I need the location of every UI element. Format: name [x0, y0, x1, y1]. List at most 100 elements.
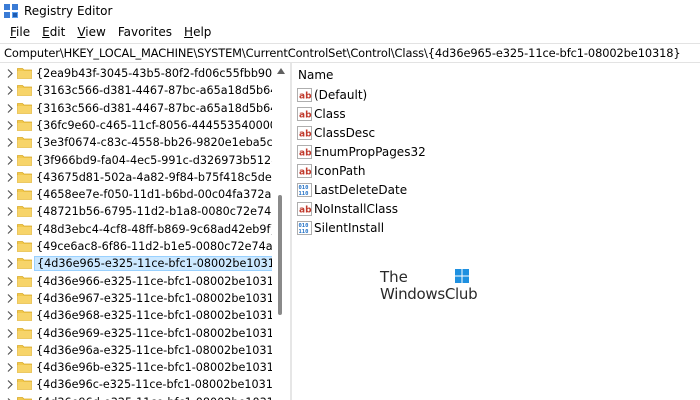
tree-item-label: {4d36e969-e325-11ce-bfc1-08002be10318}: [36, 326, 272, 340]
string-value-icon: ab: [297, 88, 312, 102]
value-row[interactable]: ab ClassDesc: [297, 124, 497, 143]
svg-text:ab: ab: [299, 206, 312, 216]
chevron-right-icon[interactable]: [5, 293, 15, 304]
menu-favorites[interactable]: Favorites: [112, 22, 178, 42]
tree-item[interactable]: {4d36e967-e325-11ce-bfc1-08002be10318}: [0, 290, 272, 307]
tree-item-label: {4d36e967-e325-11ce-bfc1-08002be10318}: [36, 291, 272, 305]
folder-icon: [17, 258, 32, 270]
tree-item[interactable]: {49ce6ac8-6f86-11d2-b1e5-0080c72e74a2}: [0, 238, 272, 255]
chevron-right-icon[interactable]: [5, 155, 15, 166]
tree-item[interactable]: {4d36e96a-e325-11ce-bfc1-08002be10318}: [0, 342, 272, 359]
tree-item[interactable]: {4d36e965-e325-11ce-bfc1-08002be10318}: [0, 255, 272, 272]
folder-icon: [17, 379, 32, 391]
folder-icon: [17, 310, 32, 322]
svg-text:110: 110: [299, 229, 309, 235]
watermark-line2: WindowsClub: [380, 285, 478, 303]
menu-edit[interactable]: Edit: [36, 22, 71, 42]
menu-view[interactable]: View: [71, 22, 111, 42]
chevron-right-icon[interactable]: [5, 68, 15, 79]
tree-item-label: {3163c566-d381-4467-87bc-a65a18d5b648}: [36, 84, 272, 98]
tree-item[interactable]: {4d36e966-e325-11ce-bfc1-08002be10318}: [0, 273, 272, 290]
value-name: NoInstallClass: [314, 202, 399, 216]
value-name: IconPath: [314, 164, 366, 178]
chevron-right-icon[interactable]: [5, 103, 15, 114]
watermark-line1: The: [380, 268, 408, 286]
tree-item-label: {48d3ebc4-4cf8-48ff-b869-9c68ad42eb9f}: [36, 222, 272, 236]
menu-help[interactable]: Help: [178, 22, 217, 42]
value-row[interactable]: ab NoInstallClass: [297, 200, 497, 219]
menu-view-rest: iew: [85, 25, 106, 39]
watermark-logo: The WindowsClub: [380, 268, 480, 308]
tree-item-label: {36fc9e60-c465-11cf-8056-444553540000}: [36, 118, 272, 132]
tree-item[interactable]: {48721b56-6795-11d2-b1a8-0080c72e74a2}: [0, 203, 272, 220]
svg-text:ab: ab: [299, 149, 312, 159]
chevron-right-icon[interactable]: [5, 276, 15, 287]
key-tree[interactable]: {2ea9b43f-3045-43b5-80f2-fd06c55fbb90} {3…: [0, 63, 272, 400]
menu-edit-accel: E: [42, 25, 50, 39]
tree-item-label: {2ea9b43f-3045-43b5-80f2-fd06c55fbb90}: [36, 67, 272, 80]
svg-text:ab: ab: [299, 92, 312, 102]
tree-item[interactable]: {4d36e96b-e325-11ce-bfc1-08002be10318}: [0, 359, 272, 376]
chevron-right-icon[interactable]: [5, 328, 15, 339]
menu-help-accel: H: [184, 25, 194, 39]
windows-logo-icon: [455, 269, 469, 283]
values-list[interactable]: Name ab (Default) ab Class ab ClassDesc ab Enum…: [292, 63, 700, 400]
tree-item[interactable]: {4d36e96c-e325-11ce-bfc1-08002be10318}: [0, 376, 272, 393]
folder-icon: [17, 68, 32, 79]
chevron-right-icon[interactable]: [5, 310, 15, 321]
chevron-right-icon[interactable]: [5, 206, 15, 217]
menu-file-rest: ile: [16, 25, 31, 39]
chevron-right-icon[interactable]: [5, 379, 15, 390]
chevron-right-icon[interactable]: [5, 241, 15, 252]
chevron-right-icon[interactable]: [5, 362, 15, 373]
folder-icon: [17, 327, 32, 339]
tree-item[interactable]: {4d36e969-e325-11ce-bfc1-08002be10318}: [0, 325, 272, 342]
chevron-right-icon[interactable]: [5, 258, 15, 269]
window-title: Registry Editor: [24, 4, 113, 18]
tree-item[interactable]: {3e3f0674-c83c-4558-bb26-9820e1eba5c5}: [0, 134, 272, 151]
tree-item[interactable]: {3163c566-d381-4467-87bc-a65a18d5b649}: [0, 100, 272, 117]
tree-item[interactable]: {2ea9b43f-3045-43b5-80f2-fd06c55fbb90}: [0, 65, 272, 82]
value-name: (Default): [314, 88, 368, 102]
value-row[interactable]: ab Class: [297, 105, 497, 124]
chevron-right-icon[interactable]: [5, 85, 15, 96]
tree-item[interactable]: {4d36e96d-e325-11ce-bfc1-08002be10318}: [0, 394, 272, 400]
folder-icon: [17, 396, 32, 400]
address-bar[interactable]: Computer\HKEY_LOCAL_MACHINE\SYSTEM\Curre…: [0, 43, 700, 63]
folder-icon: [17, 154, 32, 166]
binary-value-icon: 010110: [297, 221, 312, 235]
chevron-right-icon[interactable]: [5, 172, 15, 183]
value-row[interactable]: ab (Default): [297, 86, 497, 105]
tree-item[interactable]: {48d3ebc4-4cf8-48ff-b869-9c68ad42eb9f}: [0, 221, 272, 238]
scroll-thumb[interactable]: [278, 195, 282, 315]
scroll-up-arrow-icon[interactable]: [277, 68, 285, 74]
folder-icon: [17, 241, 32, 252]
tree-item-label: {3f966bd9-fa04-4ec5-991c-d326973b5128}: [36, 153, 272, 167]
chevron-right-icon[interactable]: [5, 137, 15, 148]
chevron-right-icon[interactable]: [5, 345, 15, 356]
tree-scrollbar[interactable]: [272, 63, 290, 400]
value-name: ClassDesc: [314, 126, 376, 140]
chevron-right-icon[interactable]: [5, 189, 15, 200]
chevron-right-icon[interactable]: [5, 224, 15, 235]
value-row[interactable]: 010 110 LastDeleteDate: [297, 181, 497, 200]
tree-item[interactable]: {36fc9e60-c465-11cf-8056-444553540000}: [0, 117, 272, 134]
value-row[interactable]: ab IconPath: [297, 162, 497, 181]
folder-icon: [17, 275, 32, 287]
tree-item[interactable]: {3163c566-d381-4467-87bc-a65a18d5b648}: [0, 82, 272, 99]
address-path[interactable]: Computer\HKEY_LOCAL_MACHINE\SYSTEM\Curre…: [4, 46, 681, 60]
tree-item[interactable]: {3f966bd9-fa04-4ec5-991c-d326973b5128}: [0, 152, 272, 169]
folder-icon: [17, 119, 32, 131]
menu-file[interactable]: File: [4, 22, 36, 42]
value-name: LastDeleteDate: [314, 183, 408, 197]
value-row[interactable]: ab EnumPropPages32: [297, 143, 497, 162]
tree-item[interactable]: {43675d81-502a-4a82-9f84-b75f418c5dea}: [0, 169, 272, 186]
tree-item[interactable]: {4d36e968-e325-11ce-bfc1-08002be10318}: [0, 307, 272, 324]
tree-item[interactable]: {4658ee7e-f050-11d1-b6bd-00c04fa372a7}: [0, 186, 272, 203]
column-header-name[interactable]: Name: [298, 68, 333, 82]
folder-icon: [17, 292, 32, 304]
tree-item-label: {4d36e96b-e325-11ce-bfc1-08002be10318}: [36, 361, 272, 375]
chevron-right-icon[interactable]: [5, 120, 15, 131]
value-row[interactable]: 010 110 SilentInstall: [297, 219, 497, 238]
title-bar: Registry Editor: [0, 0, 700, 22]
